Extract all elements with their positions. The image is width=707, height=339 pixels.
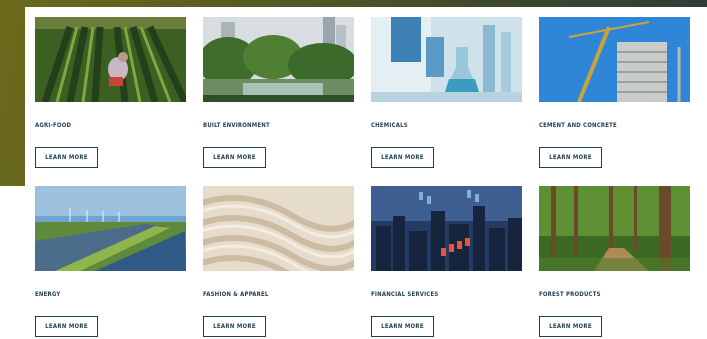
industry-title: BUILT ENVIRONMENT — [203, 122, 270, 129]
learn-more-button[interactable]: LEARN MORE — [35, 147, 98, 168]
learn-more-button[interactable]: LEARN MORE — [539, 147, 602, 168]
learn-more-button[interactable]: LEARN MORE — [371, 147, 434, 168]
forest-products-image[interactable] — [539, 186, 690, 271]
fashion-and-apparel-image[interactable] — [203, 186, 354, 271]
industry-title: FOREST PRODUCTS — [539, 291, 601, 298]
chemicals-image[interactable] — [371, 17, 522, 102]
industry-title: CEMENT AND CONCRETE — [539, 122, 617, 129]
industries-grid: AGRI-FOOD LEARN MORE BUILT ENVIRONMENT L… — [25, 7, 707, 339]
industry-title: AGRI-FOOD — [35, 122, 72, 129]
agri-food-image[interactable] — [35, 17, 186, 102]
learn-more-button[interactable]: LEARN MORE — [35, 316, 98, 337]
industry-title: CHEMICALS — [371, 122, 408, 129]
learn-more-button[interactable]: LEARN MORE — [371, 316, 434, 337]
learn-more-button[interactable]: LEARN MORE — [203, 316, 266, 337]
learn-more-button[interactable]: LEARN MORE — [539, 316, 602, 337]
industry-title: FASHION & APPAREL — [203, 291, 269, 298]
industry-title: FINANCIAL SERVICES — [371, 291, 439, 298]
cement-and-concrete-image[interactable] — [539, 17, 690, 102]
industry-title: ENERGY — [35, 291, 61, 298]
financial-services-image[interactable] — [371, 186, 522, 271]
built-environment-image[interactable] — [203, 17, 354, 102]
energy-image[interactable] — [35, 186, 186, 271]
learn-more-button[interactable]: LEARN MORE — [203, 147, 266, 168]
